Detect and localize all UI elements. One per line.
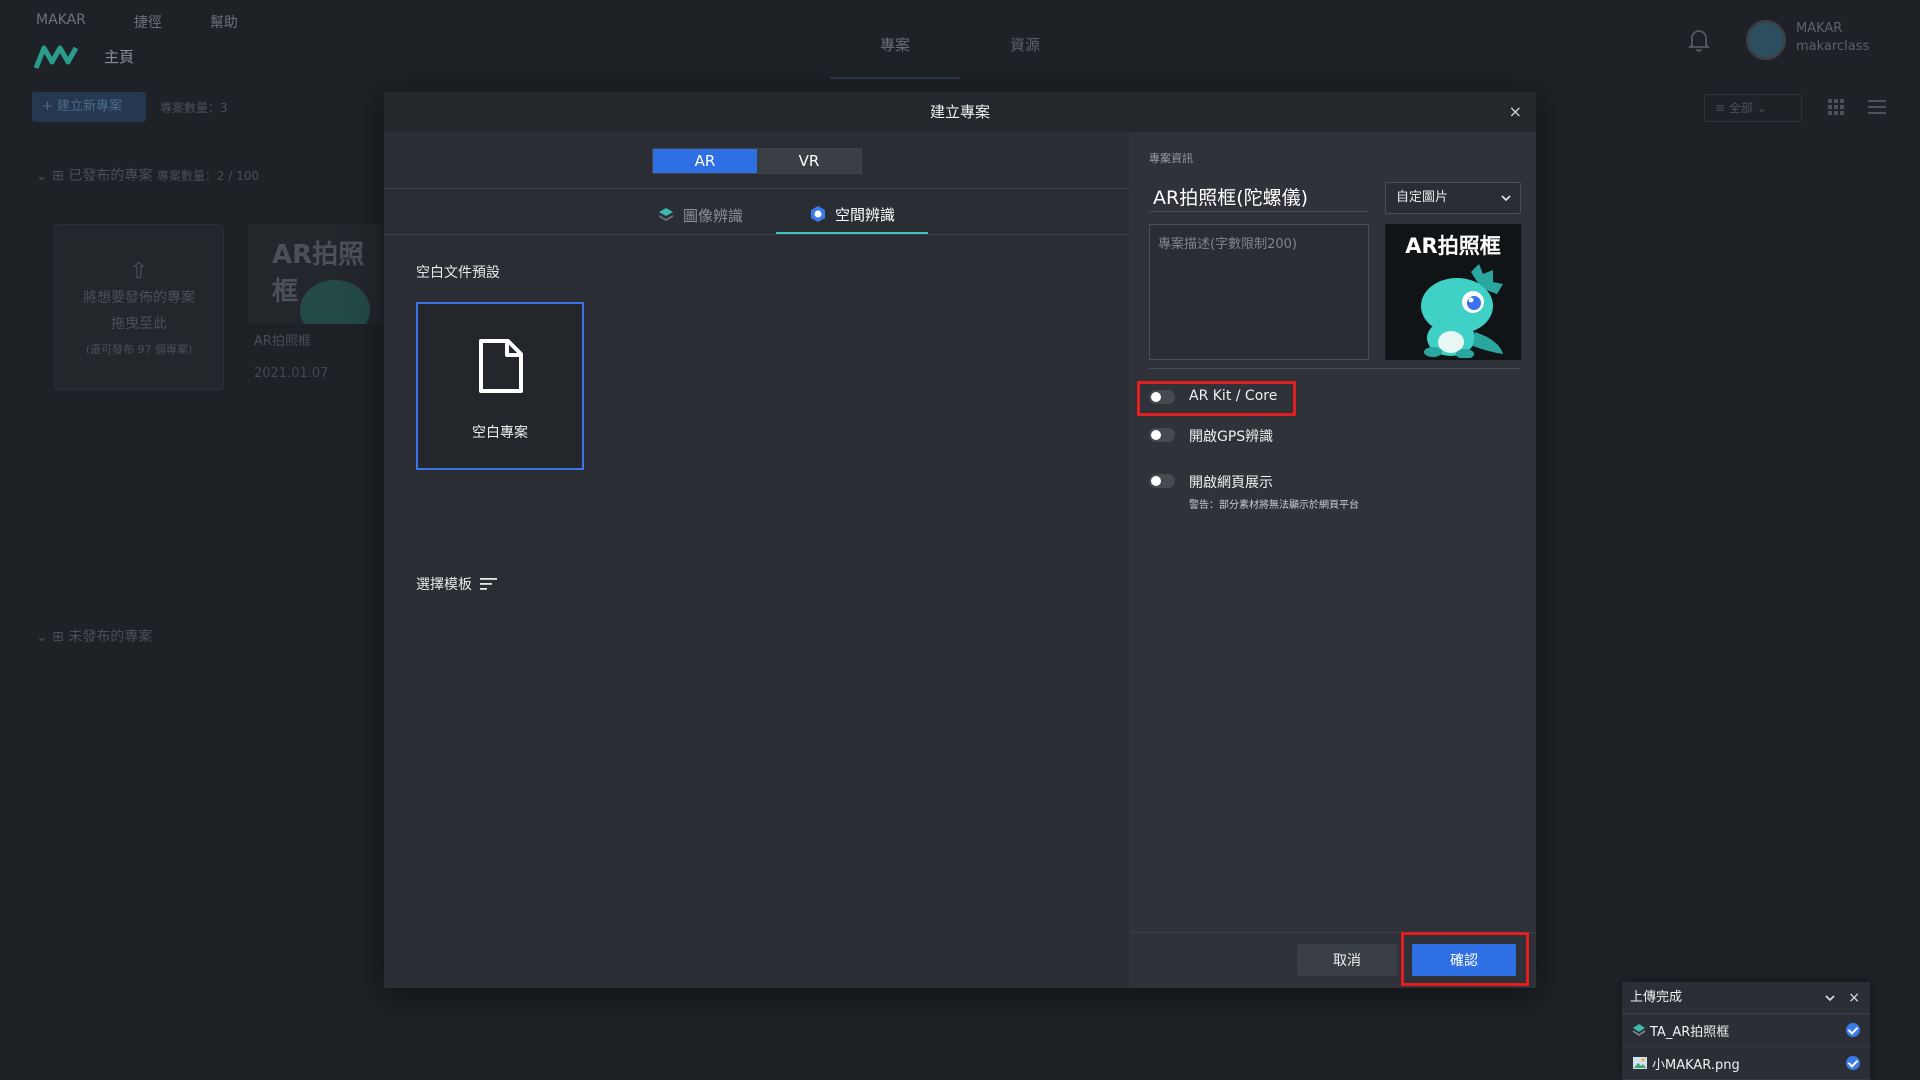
recognition-tabs: 圖像辨識 空間辨識 bbox=[624, 196, 928, 234]
upload-header: 上傳完成 × bbox=[1622, 982, 1870, 1014]
web-display-text: 開啟網頁展示 警告：部分素材將無法顯示於網頁平台 bbox=[1189, 472, 1359, 511]
divider bbox=[384, 188, 1129, 189]
mode-vr-button[interactable]: VR bbox=[757, 149, 861, 173]
published-section-title: 已發布的專案 bbox=[68, 168, 153, 184]
thumbnail-title: AR拍照框 bbox=[1405, 234, 1501, 258]
tab-spatial-recognition-label: 空間辨識 bbox=[834, 205, 895, 224]
template-selector[interactable]: 選擇模板 bbox=[416, 574, 498, 594]
drop-line-1: 將想要發佈的專案 bbox=[83, 290, 195, 306]
tab-image-recognition[interactable]: 圖像辨識 bbox=[624, 196, 776, 234]
close-icon[interactable]: × bbox=[1848, 982, 1860, 1014]
project-card-thumbnail[interactable]: AR拍照框 bbox=[248, 224, 388, 324]
menu-item-makar[interactable]: MAKAR bbox=[36, 12, 86, 32]
view-filter-select[interactable]: ≡ 全部 ⌄ bbox=[1704, 94, 1802, 122]
tab-image-recognition-label: 圖像辨識 bbox=[682, 206, 743, 225]
web-display-label: 開啟網頁展示 bbox=[1189, 475, 1273, 491]
project-description-input[interactable] bbox=[1149, 224, 1369, 360]
user-info: MAKAR makarclass bbox=[1796, 20, 1869, 56]
file-icon bbox=[479, 339, 523, 393]
chevron-down-icon bbox=[1501, 195, 1511, 202]
image-source-value: 自定圖片 bbox=[1396, 190, 1449, 205]
dialog-title: 建立專案 bbox=[929, 103, 990, 121]
unpublished-section-header[interactable]: ⌄ ⊞ 未發布的專案 bbox=[36, 626, 152, 646]
project-info-label: 專案資訊 bbox=[1149, 152, 1193, 165]
spatial-recognition-icon bbox=[810, 206, 825, 222]
gps-recognition-label: 開啟GPS辨識 bbox=[1189, 429, 1274, 445]
grid-view-icon[interactable] bbox=[1828, 99, 1844, 115]
upload-item: TA_AR拍照框 bbox=[1622, 1014, 1870, 1047]
menu-item-help[interactable]: 幫助 bbox=[210, 12, 238, 32]
sort-icon[interactable] bbox=[480, 577, 498, 591]
bell-icon[interactable] bbox=[1688, 28, 1710, 52]
toggle-row-web: 開啟網頁展示 警告：部分素材將無法顯示於網頁平台 bbox=[1149, 472, 1359, 511]
view-filter-label: 全部 bbox=[1728, 101, 1753, 115]
project-count: 專案數量：3 bbox=[160, 101, 228, 115]
upload-arrow-icon: ⇧ bbox=[129, 259, 149, 284]
project-card-date: 2021.01.07 bbox=[254, 366, 329, 381]
chevron-down-icon[interactable] bbox=[1824, 992, 1836, 1004]
avatar[interactable] bbox=[1746, 20, 1786, 60]
confirm-button[interactable]: 確認 bbox=[1412, 944, 1516, 976]
web-display-toggle[interactable] bbox=[1149, 474, 1175, 488]
upload-item-name: 小MAKAR.png bbox=[1652, 1057, 1740, 1073]
upload-title: 上傳完成 bbox=[1630, 990, 1683, 1005]
template-label: 選擇模板 bbox=[416, 577, 472, 593]
project-thumbnail[interactable]: AR拍照框 bbox=[1385, 224, 1521, 360]
arkit-core-label: AR Kit / Core bbox=[1189, 388, 1278, 404]
blank-preset-label: 空白文件預設 bbox=[416, 265, 500, 281]
published-section-header[interactable]: ⌄ ⊞ 已發布的專案 專案數量：2 / 100 bbox=[36, 165, 259, 185]
close-icon[interactable]: × bbox=[1509, 92, 1522, 132]
blank-project-label: 空白專案 bbox=[472, 425, 528, 441]
project-card-name: AR拍照框 bbox=[254, 334, 311, 349]
create-project-dialog: 建立專案 × AR VR 圖像辨識 空間辨識 空白文件預設 空白專案 選擇模板 … bbox=[384, 92, 1536, 988]
mode-ar-button[interactable]: AR bbox=[653, 149, 757, 173]
new-project-button[interactable]: + 建立新專案 bbox=[32, 92, 146, 122]
divider bbox=[1149, 368, 1521, 369]
menu-item-shortcuts[interactable]: 捷徑 bbox=[134, 12, 162, 32]
tab-resources[interactable]: 資源 bbox=[960, 34, 1090, 79]
unpublished-section-title: 未發布的專案 bbox=[68, 629, 153, 645]
published-count: 專案數量：2 / 100 bbox=[156, 169, 260, 183]
menu-bar: MAKAR 捷徑 幫助 bbox=[36, 12, 238, 32]
top-tabs: 專案 資源 bbox=[830, 34, 1090, 79]
user-handle: makarclass bbox=[1796, 39, 1870, 54]
web-display-warning: 警告：部分素材將無法顯示於網頁平台 bbox=[1189, 500, 1359, 511]
cancel-button[interactable]: 取消 bbox=[1297, 944, 1397, 976]
toggle-row-arkit: AR Kit / Core bbox=[1149, 388, 1277, 404]
upload-status-panel: 上傳完成 × TA_AR拍照框 小MAKAR.png bbox=[1622, 982, 1870, 1080]
upload-item: 小MAKAR.png bbox=[1622, 1047, 1870, 1080]
project-name-input[interactable] bbox=[1149, 182, 1369, 212]
divider bbox=[1129, 932, 1536, 933]
list-view-icon[interactable] bbox=[1868, 99, 1886, 115]
drop-line-2: 拖曳至此 bbox=[111, 316, 167, 332]
check-icon bbox=[1846, 1023, 1860, 1037]
makar-logo-icon bbox=[34, 45, 78, 69]
image-source-select[interactable]: 自定圖片 bbox=[1385, 182, 1521, 214]
home-label[interactable]: 主頁 bbox=[104, 46, 134, 67]
mode-toggle: AR VR bbox=[652, 148, 862, 174]
drop-line-3: (還可發布 97 個專案) bbox=[85, 343, 193, 356]
tab-spatial-recognition[interactable]: 空間辨識 bbox=[776, 196, 928, 234]
project-file-icon bbox=[1632, 1024, 1646, 1036]
upload-item-name: TA_AR拍照框 bbox=[1650, 1024, 1730, 1040]
arkit-core-toggle[interactable] bbox=[1149, 390, 1175, 404]
toggle-row-gps: 開啟GPS辨識 bbox=[1149, 426, 1273, 446]
tab-projects[interactable]: 專案 bbox=[830, 34, 960, 79]
image-file-icon bbox=[1633, 1057, 1647, 1069]
dino-mascot-icon bbox=[1421, 264, 1503, 358]
gps-recognition-toggle[interactable] bbox=[1149, 428, 1175, 442]
divider bbox=[384, 234, 1129, 235]
check-icon bbox=[1846, 1056, 1860, 1070]
publish-drop-zone[interactable]: ⇧ 將想要發佈的專案 拖曳至此 (還可發布 97 個專案) bbox=[54, 224, 224, 390]
project-info-pane: 專案資訊 自定圖片 AR拍照框 bbox=[1129, 132, 1536, 988]
dialog-header: 建立專案 × bbox=[384, 92, 1536, 132]
image-recognition-icon bbox=[658, 208, 673, 221]
user-name: MAKAR bbox=[1796, 21, 1843, 36]
blank-project-card[interactable]: 空白專案 bbox=[416, 302, 584, 470]
template-pane: AR VR 圖像辨識 空間辨識 空白文件預設 空白專案 選擇模板 bbox=[384, 132, 1129, 988]
